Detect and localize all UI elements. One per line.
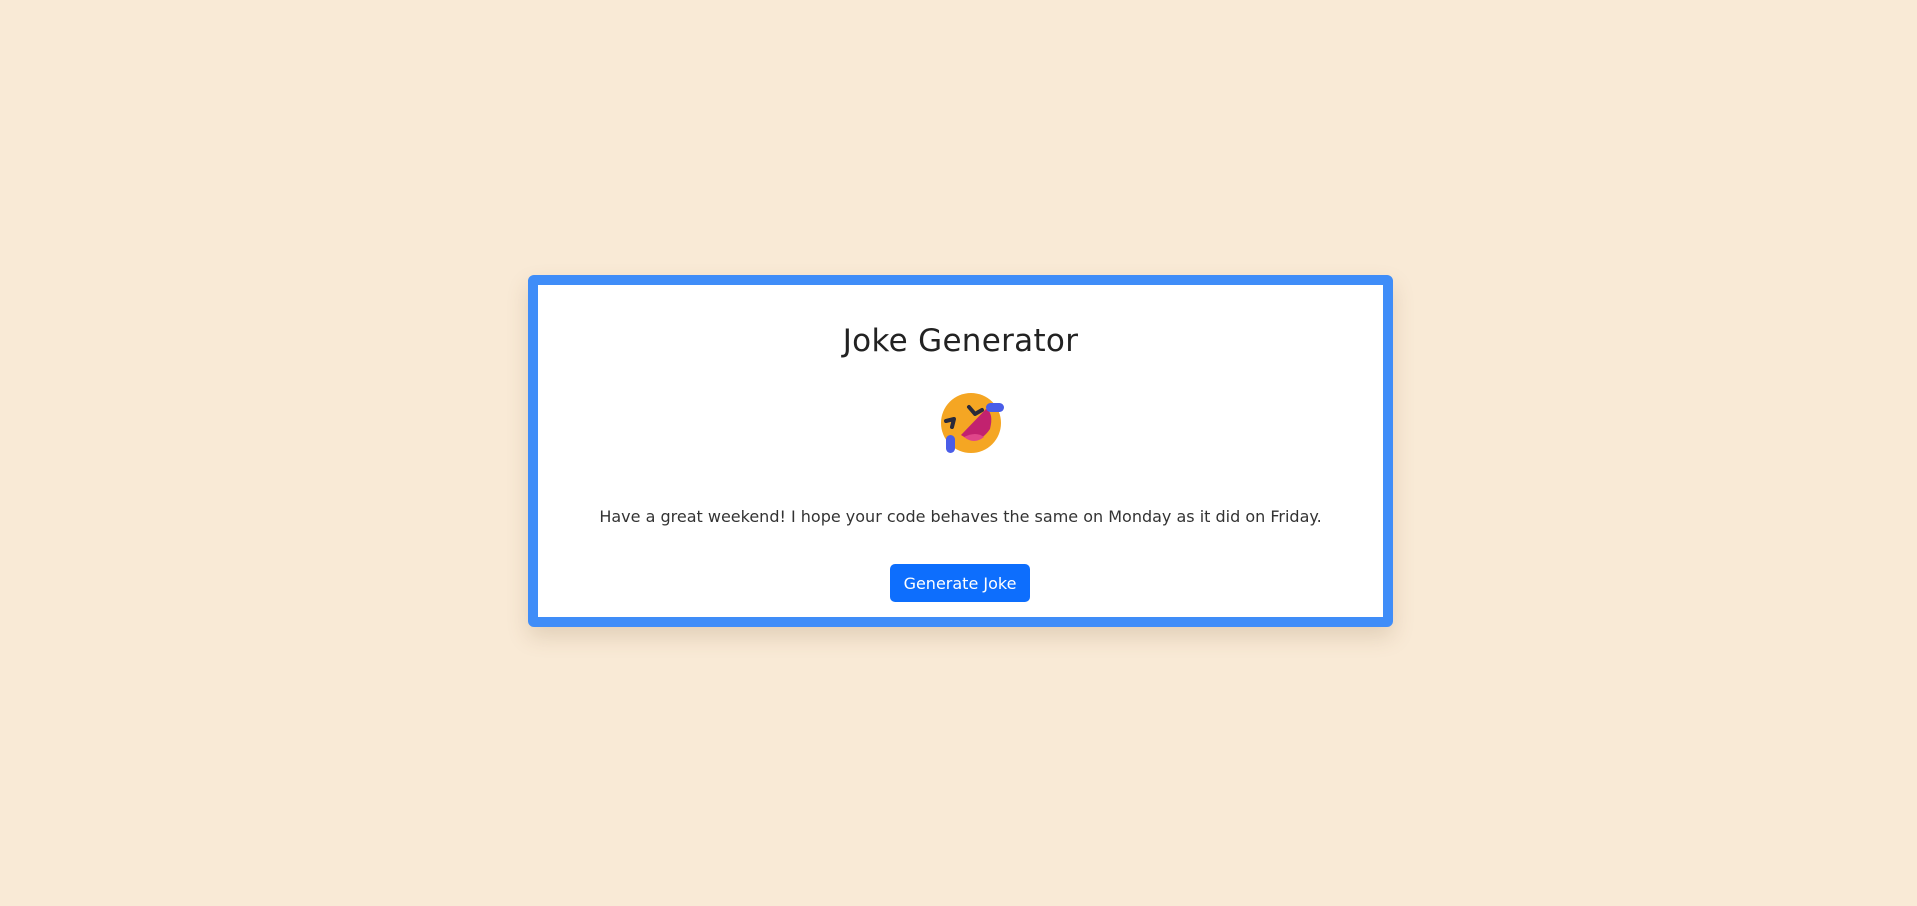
page-title: Joke Generator	[842, 323, 1079, 359]
generate-joke-button[interactable]: Generate Joke	[890, 564, 1030, 602]
joke-card: Joke Generator Have a great weekend! I h…	[528, 275, 1393, 627]
rolling-on-the-floor-laughing-icon	[936, 385, 1008, 457]
joke-text: Have a great weekend! I hope your code b…	[599, 507, 1322, 526]
